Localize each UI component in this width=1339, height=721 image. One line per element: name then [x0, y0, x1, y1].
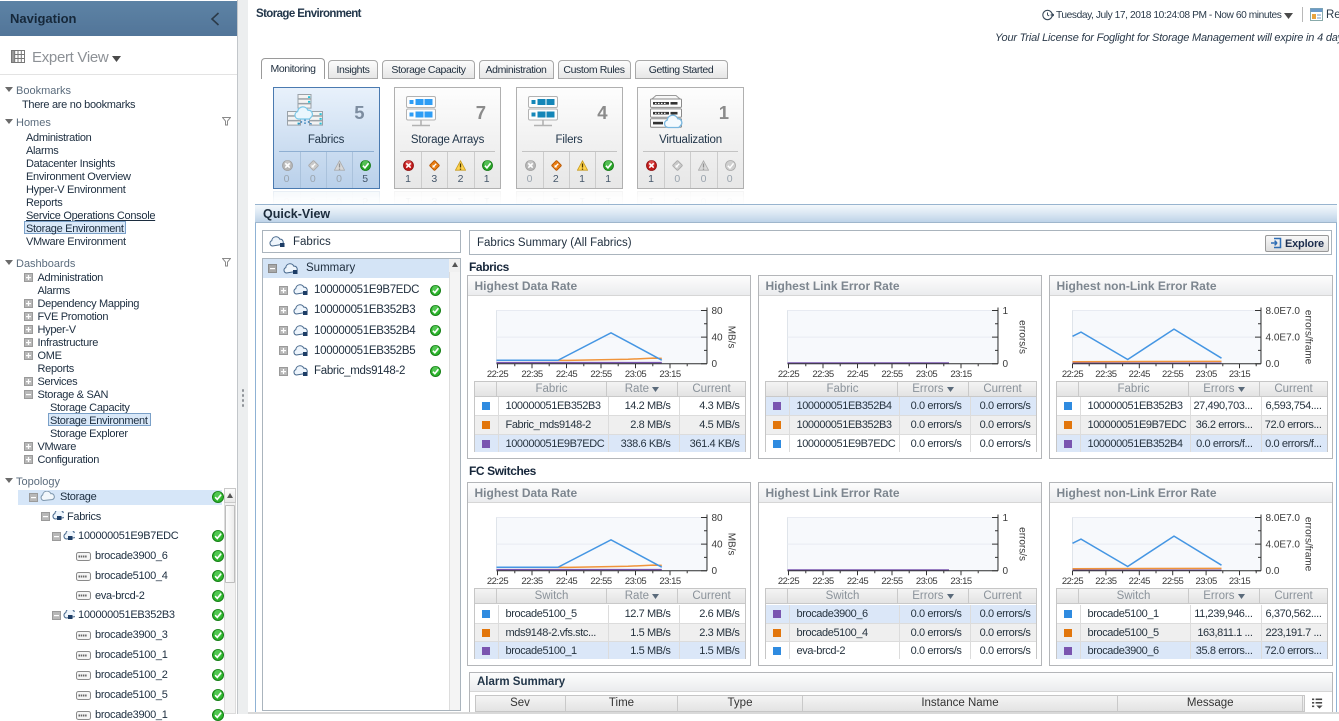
svg-text:23:15: 23:15 [950, 576, 971, 586]
svg-text:23:05: 23:05 [624, 576, 645, 586]
svg-text:23:05: 23:05 [624, 369, 645, 379]
svg-text:23:05: 23:05 [915, 369, 936, 379]
svg-text:MB/s: MB/s [725, 325, 736, 348]
svg-text:22:25: 22:25 [486, 369, 507, 379]
svg-text:22:35: 22:35 [1095, 369, 1116, 379]
svg-text:23:15: 23:15 [1228, 576, 1249, 586]
svg-text:22:55: 22:55 [590, 369, 611, 379]
svg-text:8.0E7.0: 8.0E7.0 [1265, 306, 1300, 317]
svg-text:22:25: 22:25 [777, 576, 798, 586]
svg-text:22:35: 22:35 [812, 369, 833, 379]
svg-text:23:05: 23:05 [1195, 576, 1216, 586]
svg-text:22:45: 22:45 [1128, 369, 1149, 379]
svg-text:22:25: 22:25 [1061, 369, 1082, 379]
svg-text:22:45: 22:45 [555, 369, 576, 379]
svg-text:0: 0 [711, 359, 717, 370]
svg-text:22:55: 22:55 [881, 369, 902, 379]
svg-text:23:05: 23:05 [915, 576, 936, 586]
svg-text:23:05: 23:05 [1195, 369, 1216, 379]
svg-text:22:35: 22:35 [521, 576, 542, 586]
svg-text:40: 40 [711, 332, 723, 343]
svg-text:22:35: 22:35 [1095, 576, 1116, 586]
svg-text:0.0: 0.0 [1265, 566, 1279, 577]
svg-text:22:55: 22:55 [590, 576, 611, 586]
svg-text:22:45: 22:45 [555, 576, 576, 586]
svg-text:22:45: 22:45 [846, 576, 867, 586]
svg-text:22:45: 22:45 [1128, 576, 1149, 586]
svg-text:22:25: 22:25 [777, 369, 798, 379]
svg-text:23:15: 23:15 [659, 369, 680, 379]
svg-text:40: 40 [711, 540, 723, 551]
svg-text:8.0E7.0: 8.0E7.0 [1265, 513, 1300, 524]
svg-text:1: 1 [1002, 513, 1008, 524]
svg-text:0: 0 [1002, 359, 1008, 370]
svg-text:errors/s: errors/s [1016, 320, 1027, 354]
svg-text:errors/s: errors/s [1016, 527, 1027, 561]
svg-text:22:55: 22:55 [881, 576, 902, 586]
svg-text:1: 1 [1002, 306, 1008, 317]
svg-text:0: 0 [711, 566, 717, 577]
svg-text:23:15: 23:15 [950, 369, 971, 379]
svg-text:4.0E7.0: 4.0E7.0 [1265, 332, 1300, 343]
svg-text:4.0E7.0: 4.0E7.0 [1265, 540, 1300, 551]
svg-text:23:15: 23:15 [1228, 369, 1249, 379]
svg-text:80: 80 [711, 306, 723, 317]
svg-text:22:45: 22:45 [846, 369, 867, 379]
svg-text:80: 80 [711, 513, 723, 524]
svg-text:0.0: 0.0 [1265, 359, 1279, 370]
svg-text:errors/frame: errors/frame [1302, 309, 1313, 364]
svg-text:22:25: 22:25 [1061, 576, 1082, 586]
svg-text:23:15: 23:15 [659, 576, 680, 586]
svg-text:22:25: 22:25 [486, 576, 507, 586]
svg-text:errors/frame: errors/frame [1302, 517, 1313, 572]
svg-text:22:35: 22:35 [812, 576, 833, 586]
svg-text:22:35: 22:35 [521, 369, 542, 379]
svg-text:0: 0 [1002, 566, 1008, 577]
svg-text:22:55: 22:55 [1162, 576, 1183, 586]
svg-text:22:55: 22:55 [1162, 369, 1183, 379]
svg-text:MB/s: MB/s [725, 533, 736, 556]
